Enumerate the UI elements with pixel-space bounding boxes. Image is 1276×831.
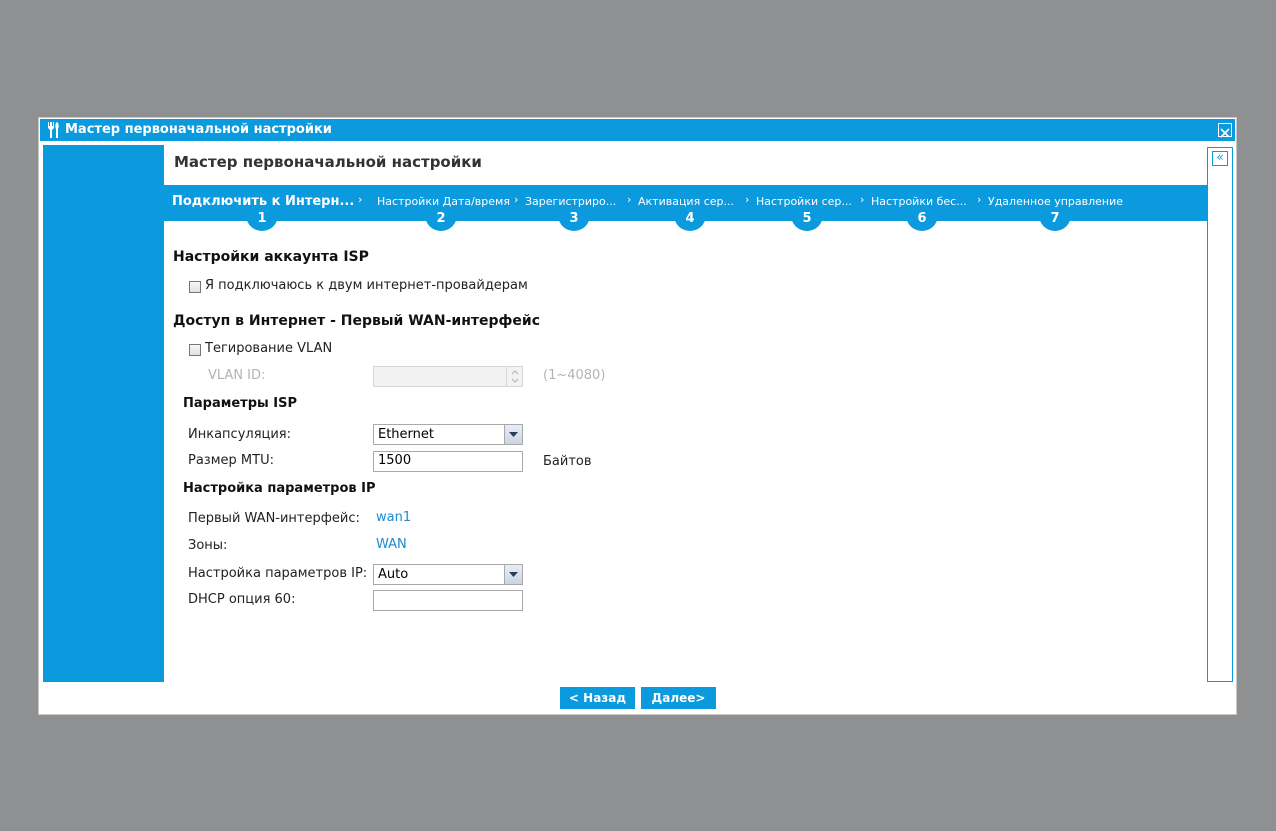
zones-link[interactable]: WAN (376, 537, 407, 552)
ip-setting-label: Настройка параметров IP: (188, 566, 368, 581)
ip-setting-value: Auto (378, 567, 409, 582)
chevron-right-icon: › (514, 193, 519, 206)
dhcp60-label: DHCP опция 60: (188, 592, 296, 607)
step-activate-services[interactable]: › Активация сер... 4 (627, 185, 744, 231)
step-number: 1 (246, 209, 278, 231)
setup-wizard-dialog: Мастер первоначальной настройки « Мастер… (38, 117, 1237, 715)
isp-account-heading: Настройки аккаунта ISP (173, 249, 369, 265)
step-label: Настройки сер... (756, 195, 852, 208)
chevron-right-icon: › (745, 193, 750, 206)
wizard-content: Мастер первоначальной настройки Подключи… (164, 145, 1207, 682)
back-button[interactable]: < Назад (560, 687, 635, 709)
isp-params-heading: Параметры ISP (183, 396, 298, 411)
vlan-id-label: VLAN ID: (208, 368, 266, 383)
close-icon[interactable] (1218, 123, 1232, 138)
step-number: 3 (558, 209, 590, 231)
chevron-right-icon: › (860, 193, 865, 206)
tools-icon (48, 122, 59, 138)
chevron-down-icon (504, 425, 522, 444)
vlan-id-range: (1~4080) (543, 368, 606, 383)
left-side-panel (43, 145, 164, 682)
dual-isp-checkbox[interactable] (189, 281, 201, 293)
step-number: 2 (425, 209, 457, 231)
ip-setting-select[interactable]: Auto (373, 564, 523, 585)
double-chevron-left-icon[interactable]: « (1212, 151, 1228, 166)
step-wireless-settings[interactable]: › Настройки бес... 6 (860, 185, 974, 231)
wizard-title: Мастер первоначальной настройки (174, 153, 482, 171)
right-side-panel: « (1207, 147, 1233, 682)
step-label: Удаленное управление (988, 195, 1124, 208)
dialog-titlebar: Мастер первоначальной настройки (40, 119, 1235, 141)
step-label: Активация сер... (638, 195, 734, 208)
dialog-title: Мастер первоначальной настройки (65, 122, 332, 137)
chevron-right-icon: › (977, 193, 982, 206)
step-date-time[interactable]: Настройки Дата/время 2 (369, 185, 510, 231)
mtu-unit: Байтов (543, 454, 592, 469)
step-register[interactable]: › Зарегистриро... 3 (514, 185, 626, 231)
dual-isp-label: Я подключаюсь к двум интернет-провайдера… (205, 278, 528, 293)
step-label: Зарегистриро... (525, 195, 617, 208)
step-number: 7 (1039, 209, 1071, 231)
wan-interface-link[interactable]: wan1 (376, 510, 411, 525)
chevron-right-icon: › (627, 193, 632, 206)
step-number: 6 (906, 209, 938, 231)
zones-label: Зоны: (188, 538, 228, 553)
step-number: 5 (791, 209, 823, 231)
step-connect-internet[interactable]: Подключить к Интерн... › 1 (164, 185, 362, 231)
next-button[interactable]: Далее> (641, 687, 716, 709)
step-label: Настройки Дата/время (377, 195, 510, 208)
vlan-id-spinner[interactable] (506, 367, 523, 386)
vlan-tagging-label: Тегирование VLAN (205, 341, 333, 356)
internet-access-heading: Доступ в Интернет - Первый WAN-интерфейс (173, 313, 540, 329)
step-remote-management[interactable]: › Удаленное управление 7 (977, 185, 1129, 231)
vlan-id-input[interactable] (373, 366, 523, 387)
step-number: 4 (674, 209, 706, 231)
wizard-steps-bar: Подключить к Интерн... › 1 Настройки Дат… (164, 185, 1207, 231)
mtu-input[interactable]: 1500 (373, 451, 523, 472)
dhcp60-input[interactable] (373, 590, 523, 611)
mtu-label: Размер MTU: (188, 453, 274, 468)
encapsulation-label: Инкапсуляция: (188, 427, 292, 442)
step-label: Настройки бес... (871, 195, 967, 208)
step-label: Подключить к Интерн... (172, 194, 355, 209)
encapsulation-value: Ethernet (378, 427, 434, 442)
vlan-tagging-checkbox[interactable] (189, 344, 201, 356)
wan-interface-label: Первый WAN-интерфейс: (188, 511, 360, 526)
chevron-down-icon (504, 565, 522, 584)
encapsulation-select[interactable]: Ethernet (373, 424, 523, 445)
step-service-settings[interactable]: › Настройки сер... 5 (745, 185, 859, 231)
chevron-right-icon: › (358, 193, 363, 206)
ip-params-heading: Настройка параметров IP (183, 481, 376, 496)
